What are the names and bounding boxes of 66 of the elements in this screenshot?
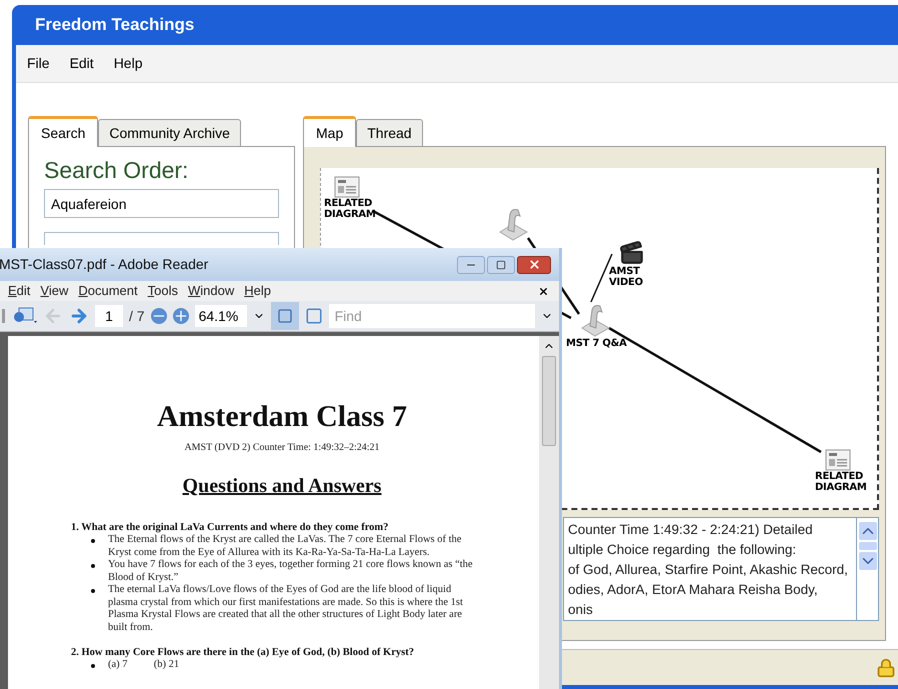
clapperboard-icon (619, 240, 645, 266)
document-heading: Questions and Answers (182, 474, 382, 499)
document-icon (334, 176, 360, 198)
menu-item[interactable]: File (27, 53, 50, 74)
answer: (a) 7 (b) 21 (108, 659, 180, 672)
description-line: onis (568, 601, 594, 619)
scrollbar[interactable] (539, 336, 559, 689)
menu-item[interactable]: Edit (70, 53, 94, 74)
question: 2. How many Core Flows are there in the (a) Eye of God, (b) Blood of Kryst? (71, 646, 415, 659)
description-line: ultiple Choice regarding the following: (568, 541, 798, 559)
answer: The Eternal flows of the Kryst are called the LaVas. The 7 core Eternal Flows of the Kryst come from the Eye of Allurea with its Ka-Ra-Ya-Sa-Ta-Ha-La Layers. (108, 534, 462, 559)
scrollbar[interactable] (856, 518, 878, 620)
document-title: Amsterdam Class 7 (157, 400, 407, 434)
close-icon (528, 258, 540, 271)
scroll-up-icon[interactable] (858, 522, 876, 540)
menu-item[interactable]: View (36, 281, 72, 301)
menu-item[interactable]: Document (74, 281, 142, 301)
maximize-button[interactable] (487, 256, 515, 274)
bullet-icon (91, 664, 95, 668)
node-label[interactable]: RELATED DIAGRAM (815, 471, 871, 493)
tab[interactable]: Map (303, 116, 356, 147)
search-heading: Search Order: (44, 157, 190, 183)
close-document-icon[interactable] (538, 286, 549, 296)
zoom-out-icon[interactable] (150, 308, 167, 324)
zoom-field[interactable]: 64.1% (194, 305, 247, 327)
answer: You have 7 flows for each of the 3 eyes, together forming 21 core flows known as “the Blood of Kryst.” (108, 559, 474, 584)
close-button[interactable] (517, 256, 551, 274)
answer: The eternal LaVa flows/Love flows of the Eyes of God are the life blood of liquid plasma crystal from which our first manifestations are made. So this is where the 1st Plasma Krystal Flows are created that all the other structures of Light Body later are built from. (108, 584, 464, 634)
document-icon (825, 449, 851, 471)
menu-item[interactable]: Help (240, 281, 275, 301)
tab[interactable]: Search (28, 116, 98, 147)
node-label[interactable]: MST 7 Q&A (566, 338, 636, 349)
description-line: of God, Allurea, Starfire Point, Akashic Record, (568, 561, 849, 579)
menu-item[interactable]: Edit (4, 281, 34, 301)
zoom-in-icon[interactable] (172, 308, 189, 324)
question: 1. What are the original LaVa Currents and where do they come from? (71, 521, 390, 534)
menu-item[interactable]: Help (114, 53, 142, 74)
page-count: / 7 (129, 306, 145, 326)
reader-title: MST-Class07.pdf - Adobe Reader (0, 255, 208, 274)
description-line: odies, AdorA, EtorA Mahara Reisha Body, (568, 581, 819, 599)
tab[interactable]: Community Archive (98, 119, 241, 146)
bullet-icon (91, 589, 95, 593)
node-label[interactable]: RELATED DIAGRAM (324, 198, 380, 220)
scroll-thumb[interactable] (858, 542, 876, 550)
maximize-icon (496, 260, 506, 270)
bullet-icon (91, 564, 95, 568)
description-line: Counter Time 1:49:32 - 2:24:21) Detailed (568, 521, 814, 539)
search-field[interactable]: Aquafereion (44, 189, 279, 218)
node-label[interactable]: AMST VIDEO (609, 266, 649, 288)
next-page-icon[interactable] (69, 306, 89, 326)
fit-page-button[interactable] (270, 302, 299, 330)
find-field[interactable]: Find (328, 304, 535, 328)
scroll-down-icon[interactable] (858, 552, 876, 570)
search-field[interactable] (44, 232, 279, 245)
full-screen-icon[interactable] (304, 307, 323, 325)
bullet-icon (91, 539, 95, 543)
fit-page-icon (276, 308, 293, 324)
tab[interactable]: Thread (356, 119, 423, 146)
toolbar-separator-icon (2, 309, 5, 323)
menu-item[interactable]: Tools (144, 281, 182, 301)
window-title: Freedom Teachings (35, 14, 194, 36)
scroll-thumb[interactable] (542, 356, 556, 446)
lock-icon (876, 658, 896, 678)
page-number-field[interactable]: 1 (95, 305, 123, 327)
document-subtitle: AMST (DVD 2) Counter Time: 1:49:32–2:24:21 (184, 441, 380, 455)
menu-item[interactable]: Window (184, 281, 238, 301)
